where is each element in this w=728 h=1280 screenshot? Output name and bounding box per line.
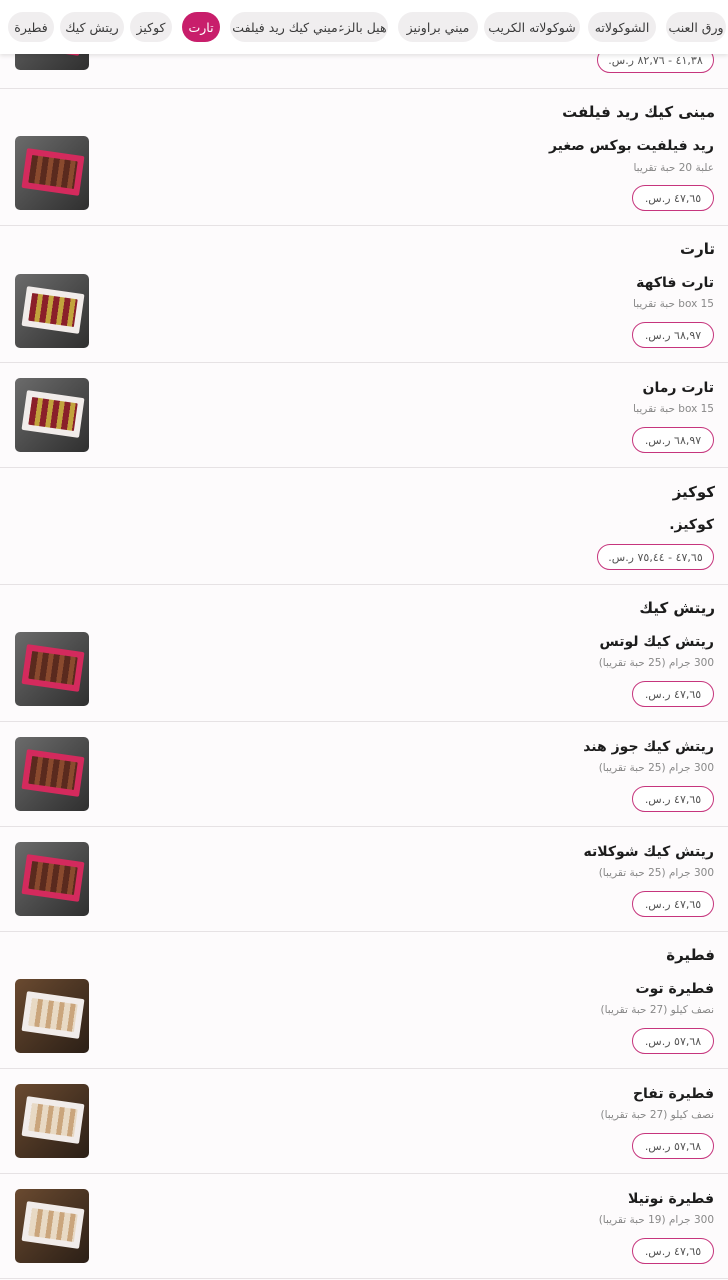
- item-name[interactable]: ريتش كيك شوكلاته: [583, 844, 714, 860]
- section-title: مينى كيك ريد فيلفت: [562, 103, 715, 121]
- price-button[interactable]: ٥٧,٦٨ ر.س.: [632, 1028, 714, 1054]
- tab-category[interactable]: ورق العنب: [666, 12, 726, 42]
- tab-category[interactable]: شوكولاته الكريب: [484, 12, 580, 42]
- divider: [0, 584, 728, 585]
- divider: [0, 931, 728, 932]
- divider: [0, 362, 728, 363]
- item-desc: 300 جرام (25 حبة تقريبا): [598, 762, 714, 774]
- item-desc: 300 جرام (19 حبة تقريبا): [598, 1214, 714, 1226]
- item-name[interactable]: ريتش كيك لوتس: [599, 634, 714, 650]
- divider: [0, 1173, 728, 1174]
- item-name[interactable]: فطيرة توت: [636, 981, 714, 997]
- divider: [0, 88, 728, 89]
- item-name[interactable]: تارت رمان: [643, 380, 714, 396]
- product-image[interactable]: [15, 842, 89, 916]
- tab-category[interactable]: ريتش كيك: [60, 12, 124, 42]
- section-title: كوكيز: [672, 483, 715, 501]
- section-title: فطيرة: [666, 946, 715, 964]
- divider: [0, 225, 728, 226]
- price-button[interactable]: ٦٨,٩٧ ر.س.: [632, 322, 714, 348]
- price-button[interactable]: ٤٧,٦٥ - ٧٥,٤٤ ر.س.: [597, 544, 714, 570]
- product-image[interactable]: [15, 1189, 89, 1263]
- item-name[interactable]: ريتش كيك جوز هند: [583, 739, 714, 755]
- item-desc: نصف كيلو (27 حبة تقريبا): [600, 1109, 714, 1121]
- item-desc: 300 جرام (25 حبة تقريبا): [598, 657, 714, 669]
- item-desc: 15 box حبة تقريبا: [633, 298, 714, 310]
- item-desc: 300 جرام (25 حبة تقريبا): [598, 867, 714, 879]
- item-name[interactable]: ريد فيلفيت بوكس صغير: [549, 138, 714, 154]
- product-image[interactable]: [15, 136, 89, 210]
- price-button[interactable]: ٦٨,٩٧ ر.س.: [632, 427, 714, 453]
- tab-category[interactable]: كوكيز: [130, 12, 172, 42]
- product-image[interactable]: [15, 979, 89, 1053]
- price-button[interactable]: ٤٧,٦٥ ر.س.: [632, 185, 714, 211]
- item-desc: 15 box حبة تقريبا: [633, 403, 714, 415]
- price-button[interactable]: ٤٧,٦٥ ر.س.: [632, 786, 714, 812]
- product-image[interactable]: [15, 274, 89, 348]
- price-button[interactable]: ٤٧,٦٥ ر.س.: [632, 1238, 714, 1264]
- item-name[interactable]: تارت فاكهة: [636, 275, 714, 291]
- item-name[interactable]: فطيرة نوتيلا: [628, 1191, 714, 1207]
- divider: [0, 1068, 728, 1069]
- price-button[interactable]: ٥٧,٦٨ ر.س.: [632, 1133, 714, 1159]
- price-button[interactable]: ٤٧,٦٥ ر.س.: [632, 891, 714, 917]
- divider: [0, 1278, 728, 1279]
- item-name[interactable]: كوكيز.: [669, 517, 714, 533]
- product-image[interactable]: [15, 632, 89, 706]
- tab-category-active[interactable]: تارت: [182, 12, 220, 42]
- item-desc: علبة 20 حبة تقريبا: [633, 162, 714, 174]
- section-title: ريتش كيك: [639, 599, 715, 617]
- tab-category[interactable]: فطيرة: [8, 12, 54, 42]
- tab-category[interactable]: الشوكولاته: [588, 12, 656, 42]
- divider: [0, 467, 728, 468]
- divider: [0, 721, 728, 722]
- section-title: تارت: [680, 240, 715, 258]
- item-desc: نصف كيلو (27 حبة تقريبا): [600, 1004, 714, 1016]
- category-tabs: ورق العنب الشوكولاته شوكولاته الكريب مين…: [0, 0, 728, 54]
- item-name[interactable]: فطيرة تفاح: [633, 1086, 714, 1102]
- product-image[interactable]: [15, 1084, 89, 1158]
- product-image[interactable]: [15, 378, 89, 452]
- divider: [0, 826, 728, 827]
- price-button[interactable]: ٤٧,٦٥ ر.س.: [632, 681, 714, 707]
- tab-category[interactable]: ميني كيك ريد فيلفت: [230, 12, 340, 42]
- menu-list: ٤١,٣٨ - ٨٢,٧٦ ر.س. مينى كيك ريد فيلفت ري…: [0, 0, 728, 1280]
- tab-category[interactable]: ميني براونيز: [398, 12, 478, 42]
- product-image[interactable]: [15, 737, 89, 811]
